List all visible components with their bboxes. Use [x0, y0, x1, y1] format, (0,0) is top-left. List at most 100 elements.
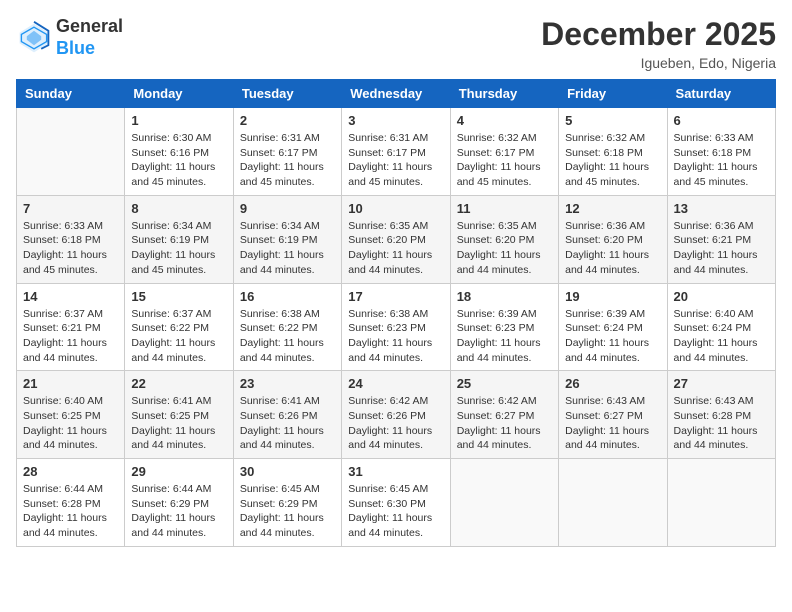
- calendar-cell: 8Sunrise: 6:34 AMSunset: 6:19 PMDaylight…: [125, 195, 233, 283]
- calendar-cell: 6 Sunrise: 6:33 AMSunset: 6:18 PMDaylight…: [667, 108, 775, 196]
- calendar-cell: 5 Sunrise: 6:32 AMSunset: 6:18 PMDaylight…: [559, 108, 667, 196]
- day-info: Sunrise: 6:35 AMSunset: 6:20 PMDaylight:…: [348, 219, 443, 278]
- title-block: December 2025 Igueben, Edo, Nigeria: [541, 16, 776, 71]
- day-number: 9: [240, 201, 335, 216]
- logo-text: General Blue: [56, 16, 123, 59]
- day-info: Sunrise: 6:45 AMSunset: 6:30 PMDaylight:…: [348, 482, 443, 541]
- day-number: 24: [348, 376, 443, 391]
- calendar-cell: 14 Sunrise: 6:37 AMSunset: 6:21 PMDayligh…: [17, 283, 125, 371]
- day-info: Sunrise: 6:42 AMSunset: 6:27 PMDaylight:…: [457, 394, 552, 453]
- day-number: 19: [565, 289, 660, 304]
- calendar-week-row: 1Sunrise: 6:30 AMSunset: 6:16 PMDaylight…: [17, 108, 776, 196]
- calendar-cell: [17, 108, 125, 196]
- day-number: 31: [348, 464, 443, 479]
- day-info: Sunrise: 6:32 AMSunset: 6:18 PMDaylight:…: [565, 131, 660, 190]
- day-info: Sunrise: 6:31 AMSunset: 6:17 PMDaylight:…: [240, 131, 335, 190]
- calendar-cell: [559, 459, 667, 547]
- calendar-week-row: 21Sunrise: 6:40 AMSunset: 6:25 PMDayligh…: [17, 371, 776, 459]
- day-info: Sunrise: 6:44 AMSunset: 6:29 PMDaylight:…: [131, 482, 226, 541]
- calendar-header-thursday: Thursday: [450, 80, 558, 108]
- calendar-cell: 27 Sunrise: 6:43 AMSunset: 6:28 PMDayligh…: [667, 371, 775, 459]
- day-number: 30: [240, 464, 335, 479]
- calendar-cell: 12 Sunrise: 6:36 AMSunset: 6:20 PMDayligh…: [559, 195, 667, 283]
- calendar-cell: 19 Sunrise: 6:39 AMSunset: 6:24 PMDayligh…: [559, 283, 667, 371]
- day-info: Sunrise: 6:40 AMSunset: 6:25 PMDaylight:…: [23, 394, 118, 453]
- calendar-header-sunday: Sunday: [17, 80, 125, 108]
- day-number: 29: [131, 464, 226, 479]
- day-info: Sunrise: 6:44 AMSunset: 6:28 PMDaylight:…: [23, 482, 118, 541]
- day-info: Sunrise: 6:33 AMSunset: 6:18 PMDaylight:…: [23, 219, 118, 278]
- calendar-cell: 7 Sunrise: 6:33 AMSunset: 6:18 PMDaylight…: [17, 195, 125, 283]
- calendar-header-wednesday: Wednesday: [342, 80, 450, 108]
- day-info: Sunrise: 6:39 AMSunset: 6:23 PMDaylight:…: [457, 307, 552, 366]
- day-info: Sunrise: 6:40 AMSunset: 6:24 PMDaylight:…: [674, 307, 769, 366]
- calendar-cell: 2Sunrise: 6:31 AMSunset: 6:17 PMDaylight…: [233, 108, 341, 196]
- calendar-cell: [450, 459, 558, 547]
- logo: General Blue: [16, 16, 123, 59]
- calendar-header-friday: Friday: [559, 80, 667, 108]
- day-info: Sunrise: 6:41 AMSunset: 6:26 PMDaylight:…: [240, 394, 335, 453]
- calendar-cell: 28 Sunrise: 6:44 AMSunset: 6:28 PMDayligh…: [17, 459, 125, 547]
- calendar-cell: 16 Sunrise: 6:38 AMSunset: 6:22 PMDayligh…: [233, 283, 341, 371]
- calendar-header-tuesday: Tuesday: [233, 80, 341, 108]
- day-info: Sunrise: 6:34 AMSunset: 6:19 PMDaylight:…: [131, 219, 226, 278]
- calendar-cell: 3Sunrise: 6:31 AMSunset: 6:17 PMDaylight…: [342, 108, 450, 196]
- day-number: 6: [674, 113, 769, 128]
- day-info: Sunrise: 6:37 AMSunset: 6:22 PMDaylight:…: [131, 307, 226, 366]
- logo-icon: [16, 20, 52, 56]
- day-number: 16: [240, 289, 335, 304]
- day-info: Sunrise: 6:36 AMSunset: 6:20 PMDaylight:…: [565, 219, 660, 278]
- calendar-cell: 17Sunrise: 6:38 AMSunset: 6:23 PMDayligh…: [342, 283, 450, 371]
- calendar-week-row: 14 Sunrise: 6:37 AMSunset: 6:21 PMDayligh…: [17, 283, 776, 371]
- day-number: 7: [23, 201, 118, 216]
- day-info: Sunrise: 6:34 AMSunset: 6:19 PMDaylight:…: [240, 219, 335, 278]
- calendar-cell: 23 Sunrise: 6:41 AMSunset: 6:26 PMDayligh…: [233, 371, 341, 459]
- calendar-cell: 18 Sunrise: 6:39 AMSunset: 6:23 PMDayligh…: [450, 283, 558, 371]
- calendar-cell: 13Sunrise: 6:36 AMSunset: 6:21 PMDayligh…: [667, 195, 775, 283]
- day-info: Sunrise: 6:43 AMSunset: 6:28 PMDaylight:…: [674, 394, 769, 453]
- day-info: Sunrise: 6:42 AMSunset: 6:26 PMDaylight:…: [348, 394, 443, 453]
- calendar-cell: 4 Sunrise: 6:32 AMSunset: 6:17 PMDaylight…: [450, 108, 558, 196]
- day-number: 17: [348, 289, 443, 304]
- day-number: 28: [23, 464, 118, 479]
- logo-general: General: [56, 16, 123, 36]
- calendar-header-monday: Monday: [125, 80, 233, 108]
- day-number: 22: [131, 376, 226, 391]
- day-number: 5: [565, 113, 660, 128]
- day-info: Sunrise: 6:33 AMSunset: 6:18 PMDaylight:…: [674, 131, 769, 190]
- day-number: 27: [674, 376, 769, 391]
- day-info: Sunrise: 6:45 AMSunset: 6:29 PMDaylight:…: [240, 482, 335, 541]
- calendar-cell: 30 Sunrise: 6:45 AMSunset: 6:29 PMDayligh…: [233, 459, 341, 547]
- day-info: Sunrise: 6:43 AMSunset: 6:27 PMDaylight:…: [565, 394, 660, 453]
- calendar-week-row: 7 Sunrise: 6:33 AMSunset: 6:18 PMDaylight…: [17, 195, 776, 283]
- calendar-cell: 25Sunrise: 6:42 AMSunset: 6:27 PMDayligh…: [450, 371, 558, 459]
- day-number: 15: [131, 289, 226, 304]
- day-info: Sunrise: 6:37 AMSunset: 6:21 PMDaylight:…: [23, 307, 118, 366]
- day-info: Sunrise: 6:39 AMSunset: 6:24 PMDaylight:…: [565, 307, 660, 366]
- day-number: 18: [457, 289, 552, 304]
- calendar-cell: 20 Sunrise: 6:40 AMSunset: 6:24 PMDayligh…: [667, 283, 775, 371]
- day-number: 4: [457, 113, 552, 128]
- calendar-cell: 1Sunrise: 6:30 AMSunset: 6:16 PMDaylight…: [125, 108, 233, 196]
- day-number: 20: [674, 289, 769, 304]
- day-info: Sunrise: 6:38 AMSunset: 6:22 PMDaylight:…: [240, 307, 335, 366]
- calendar-cell: 22 Sunrise: 6:41 AMSunset: 6:25 PMDayligh…: [125, 371, 233, 459]
- calendar-header-saturday: Saturday: [667, 80, 775, 108]
- calendar-cell: 10 Sunrise: 6:35 AMSunset: 6:20 PMDayligh…: [342, 195, 450, 283]
- calendar-cell: 29 Sunrise: 6:44 AMSunset: 6:29 PMDayligh…: [125, 459, 233, 547]
- day-number: 10: [348, 201, 443, 216]
- month-title: December 2025: [541, 16, 776, 53]
- day-number: 1: [131, 113, 226, 128]
- day-number: 23: [240, 376, 335, 391]
- day-number: 3: [348, 113, 443, 128]
- day-number: 14: [23, 289, 118, 304]
- logo-blue: Blue: [56, 38, 95, 58]
- location: Igueben, Edo, Nigeria: [541, 55, 776, 71]
- day-number: 13: [674, 201, 769, 216]
- calendar-cell: 9 Sunrise: 6:34 AMSunset: 6:19 PMDaylight…: [233, 195, 341, 283]
- calendar-cell: [667, 459, 775, 547]
- day-info: Sunrise: 6:32 AMSunset: 6:17 PMDaylight:…: [457, 131, 552, 190]
- day-number: 12: [565, 201, 660, 216]
- day-info: Sunrise: 6:41 AMSunset: 6:25 PMDaylight:…: [131, 394, 226, 453]
- calendar-table: SundayMondayTuesdayWednesdayThursdayFrid…: [16, 79, 776, 547]
